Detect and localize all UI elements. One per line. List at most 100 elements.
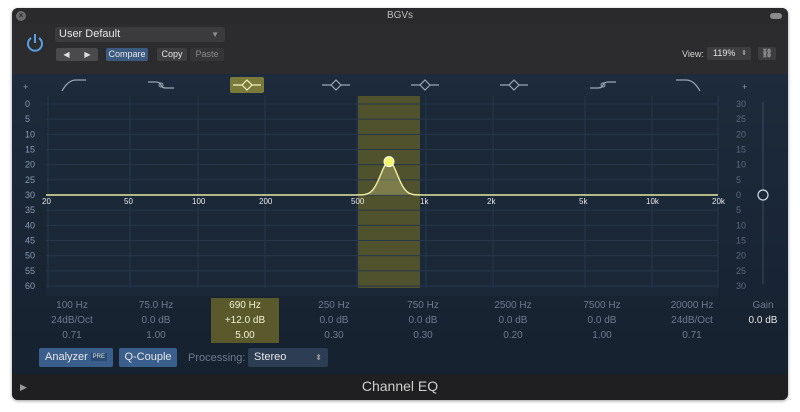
band-q[interactable]: 0.71: [38, 328, 106, 343]
band-q[interactable]: 1.00: [122, 328, 190, 343]
eq-panel: + + 0 30 5 25 10 20 15 15 20 10 25 5 30 …: [12, 74, 788, 382]
band-q[interactable]: 1.00: [568, 328, 636, 343]
band-frequency[interactable]: 250 Hz: [300, 298, 368, 313]
band-q[interactable]: 5.00: [211, 328, 279, 343]
window-title: BGVs: [386, 10, 414, 21]
band-frequency[interactable]: 20000 Hz: [658, 298, 726, 313]
band-3-params[interactable]: 690 Hz +12.0 dB 5.00: [211, 298, 279, 343]
plus-icon: +: [742, 82, 748, 92]
band-frequency[interactable]: 750 Hz: [389, 298, 457, 313]
band-handle[interactable]: [383, 156, 395, 168]
band-gain[interactable]: 24dB/Oct: [658, 313, 726, 328]
zoom-value: 119%: [713, 48, 736, 58]
left-scale-label: 10: [25, 129, 35, 139]
view-label: View:: [682, 49, 704, 59]
low-cut-icon[interactable]: [56, 77, 90, 93]
band-frequency[interactable]: 690 Hz: [211, 298, 279, 313]
paste-button[interactable]: Paste: [190, 48, 224, 61]
right-scale-label: 30: [736, 99, 746, 109]
band-gain[interactable]: +12.0 dB: [211, 313, 279, 328]
frequency-label: 2k: [487, 197, 496, 206]
band-frequency[interactable]: 75.0 Hz: [122, 298, 190, 313]
link-icon[interactable]: ⛓: [758, 47, 776, 60]
band-q[interactable]: 0.30: [300, 328, 368, 343]
band-gain[interactable]: 24dB/Oct: [38, 313, 106, 328]
gain-value[interactable]: 0.0 dB: [732, 313, 788, 328]
chevron-down-icon: ▼: [211, 30, 219, 39]
pre-badge[interactable]: PRE: [90, 353, 107, 361]
peak-band-icon[interactable]: [497, 77, 531, 93]
peak-band-icon[interactable]: [319, 77, 353, 93]
band-frequency[interactable]: 7500 Hz: [568, 298, 636, 313]
band-8-params[interactable]: 20000 Hz 24dB/Oct 0.71: [658, 298, 726, 343]
left-scale-label: 40: [25, 220, 35, 230]
frequency-label: 200: [259, 197, 273, 206]
band-gain[interactable]: 0.0 dB: [568, 313, 636, 328]
power-icon[interactable]: [24, 32, 46, 54]
band-gain[interactable]: 0.0 dB: [479, 313, 547, 328]
right-scale-label: 10: [736, 160, 746, 170]
low-shelf-icon[interactable]: [144, 77, 178, 93]
left-scale-label: 5: [25, 114, 30, 124]
left-scale-label: 20: [25, 160, 35, 170]
copy-button[interactable]: Copy: [157, 48, 187, 61]
right-scale-label: 25: [736, 266, 746, 276]
band-5-params[interactable]: 750 Hz 0.0 dB 0.30: [389, 298, 457, 343]
peak-band-icon[interactable]: [230, 77, 264, 93]
right-scale-label: 15: [736, 145, 746, 155]
frequency-label: 20k: [712, 197, 726, 206]
right-scale-label: 0: [736, 190, 741, 200]
q-couple-button[interactable]: Q-Couple: [119, 348, 177, 367]
view-zoom-stepper[interactable]: 119% ⬍: [707, 47, 751, 60]
band-frequency[interactable]: 2500 Hz: [479, 298, 547, 313]
frequency-label: 500: [351, 197, 365, 206]
band-q[interactable]: 0.30: [389, 328, 457, 343]
right-scale-label: 5: [736, 205, 741, 215]
right-scale-label: 20: [736, 129, 746, 139]
plus-icon: +: [23, 82, 29, 92]
band-1-params[interactable]: 100 Hz 24dB/Oct 0.71: [38, 298, 106, 343]
plugin-window: × BGVs User Default ▼ ◀ ▶ Compare Copy P…: [12, 8, 788, 400]
frequency-label: 100: [192, 197, 206, 206]
preset-label: User Default: [59, 28, 121, 40]
right-scale-label: 5: [736, 175, 741, 185]
band-parameters: 100 Hz 24dB/Oct 0.71 75.0 Hz 0.0 dB 1.00…: [12, 296, 788, 344]
band-q[interactable]: 0.71: [658, 328, 726, 343]
compare-button[interactable]: Compare: [106, 48, 148, 61]
gain-label: Gain: [752, 300, 774, 311]
band-7-params[interactable]: 7500 Hz 0.0 dB 1.00: [568, 298, 636, 343]
band-4-params[interactable]: 250 Hz 0.0 dB 0.30: [300, 298, 368, 343]
right-scale-label: 25: [736, 114, 746, 124]
frequency-label: 50: [124, 197, 133, 206]
preset-menu[interactable]: User Default ▼: [55, 27, 225, 42]
processing-select[interactable]: Stereo ⬍: [248, 348, 328, 367]
high-shelf-icon[interactable]: [586, 77, 620, 93]
master-gain[interactable]: Gain 0.0 dB: [732, 298, 788, 328]
analyzer-button[interactable]: Analyzer PRE: [39, 348, 113, 367]
previous-preset-button[interactable]: ◀: [56, 48, 77, 61]
left-scale-label: 25: [25, 175, 35, 185]
gain-slider-knob[interactable]: [757, 189, 769, 201]
band-type-icons: + +: [12, 74, 788, 96]
processing-label: Processing:: [188, 352, 246, 364]
band-frequency[interactable]: 100 Hz: [38, 298, 106, 313]
band-q[interactable]: 0.20: [479, 328, 547, 343]
processing-value: Stereo: [254, 351, 287, 363]
high-cut-icon[interactable]: [672, 77, 706, 93]
resize-pill[interactable]: [770, 13, 782, 19]
band-2-params[interactable]: 75.0 Hz 0.0 dB 1.00: [122, 298, 190, 343]
frequency-label: 10k: [646, 197, 660, 206]
band-gain[interactable]: 0.0 dB: [300, 313, 368, 328]
title-bar: × BGVs: [12, 8, 788, 24]
peak-band-icon[interactable]: [408, 77, 442, 93]
analyzer-label: Analyzer: [45, 351, 88, 363]
left-scale-label: 35: [25, 205, 35, 215]
band-6-params[interactable]: 2500 Hz 0.0 dB 0.20: [479, 298, 547, 343]
band-gain[interactable]: 0.0 dB: [122, 313, 190, 328]
eq-graph[interactable]: 0 30 5 25 10 20 15 15 20 10 25 5 30 0 35 5 40 10 45 15 50 20 5…: [12, 96, 788, 296]
band-gain[interactable]: 0.0 dB: [389, 313, 457, 328]
plugin-footer: ▶ Channel EQ: [12, 374, 788, 400]
preset-navigation: ◀ ▶: [56, 48, 98, 61]
frequency-label: 1k: [420, 197, 429, 206]
next-preset-button[interactable]: ▶: [77, 48, 98, 61]
